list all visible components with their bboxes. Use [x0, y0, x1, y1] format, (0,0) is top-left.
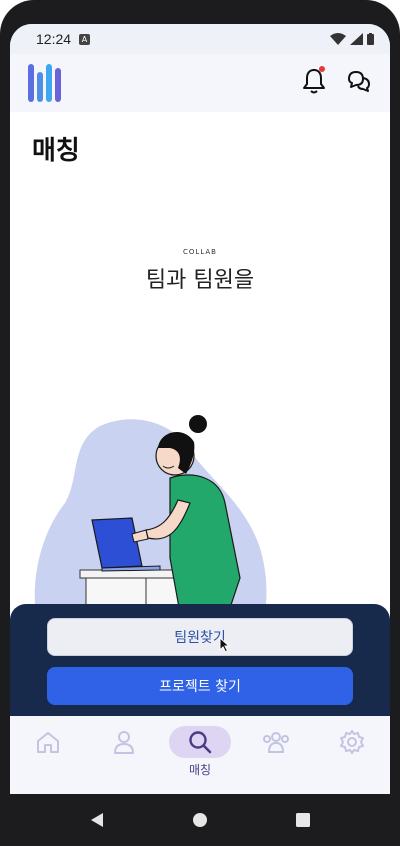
app-logo-icon[interactable] [28, 64, 61, 102]
screen: 12:24 A 매칭 COLLAB 팀과 팀원을 팀원찾기 프로젝트 찾기 매칭 [10, 24, 390, 794]
nav-pill-matching [169, 726, 231, 758]
nav-item-settings[interactable] [320, 726, 384, 775]
action-sheet: 팀원찾기 프로젝트 찾기 [10, 604, 390, 716]
nav-item-home[interactable] [16, 726, 80, 775]
chat-bubbles-icon [348, 71, 370, 92]
nav-item-team[interactable] [244, 726, 308, 775]
eyebrow-label: COLLAB [183, 248, 217, 256]
home-button-icon[interactable] [192, 812, 208, 828]
chat-button[interactable] [346, 69, 372, 97]
search-icon [189, 731, 212, 754]
wifi-icon [330, 33, 346, 45]
nav-pill-settings [321, 726, 383, 758]
nav-item-profile[interactable] [92, 726, 156, 775]
mouse-cursor-icon [219, 637, 231, 653]
system-navigation-bar [0, 794, 400, 846]
header-actions [302, 66, 372, 99]
notifications-button[interactable] [302, 66, 326, 99]
gear-icon [340, 730, 364, 754]
status-icons [330, 33, 374, 45]
app-header [10, 54, 390, 112]
signal-icon [350, 33, 363, 45]
find-teammates-button[interactable]: 팀원찾기 [47, 618, 353, 656]
nav-item-matching[interactable]: 매칭 [168, 726, 232, 777]
bottom-navigation: 매칭 [10, 716, 390, 794]
device-frame: 12:24 A 매칭 COLLAB 팀과 팀원을 팀원찾기 프로젝트 찾기 매칭 [0, 0, 400, 846]
status-bar: 12:24 A [10, 24, 390, 54]
page-title: 매칭 [32, 136, 80, 166]
battery-icon [367, 33, 374, 45]
nav-pill-home [17, 726, 79, 758]
nav-pill-profile [93, 726, 155, 758]
status-time: 12:24 [36, 31, 72, 47]
find-project-button[interactable]: 프로젝트 찾기 [47, 667, 353, 705]
nav-pill-team [245, 726, 307, 758]
nav-label-matching: 매칭 [188, 763, 212, 777]
notification-badge-icon: A [79, 33, 91, 45]
person-icon [114, 731, 134, 754]
unread-dot [319, 66, 325, 72]
people-icon [263, 732, 289, 753]
recents-icon[interactable] [296, 813, 310, 827]
home-icon [37, 732, 59, 753]
headline: 팀과 팀원을 [145, 268, 255, 293]
back-icon[interactable] [90, 812, 104, 828]
